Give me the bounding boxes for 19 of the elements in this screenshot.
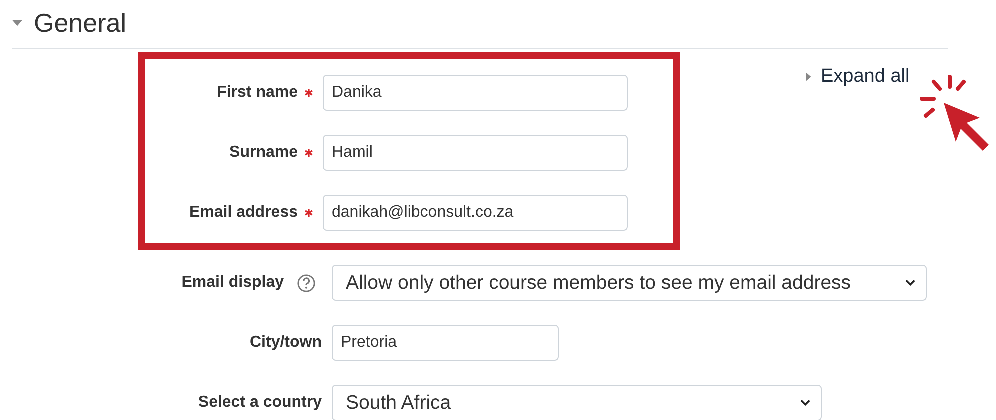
field-label: Email display xyxy=(182,274,284,292)
dropdown[interactable]: South Africa xyxy=(332,385,822,420)
field-label: Select a country xyxy=(198,394,322,412)
text-field[interactable]: Pretoria xyxy=(332,325,559,361)
field-label: Email address xyxy=(190,204,298,222)
text-field[interactable]: Danika xyxy=(323,75,628,111)
field-label: City/town xyxy=(250,334,322,352)
text-field[interactable]: danikah@libconsult.co.za xyxy=(323,195,628,231)
chevron-icon xyxy=(905,279,916,287)
dropdown[interactable]: Allow only other course members to see my email address xyxy=(332,265,927,301)
expand-all-link[interactable]: Expand all xyxy=(806,66,910,88)
collapse-icon[interactable] xyxy=(12,20,23,27)
field-label: First name xyxy=(217,84,298,102)
field-label: Surname xyxy=(230,144,298,162)
help-icon[interactable] xyxy=(297,274,316,292)
text-field[interactable]: Hamil xyxy=(323,135,628,171)
chevron-icon xyxy=(800,399,811,407)
expand-icon xyxy=(806,72,812,82)
section-title: General xyxy=(34,8,126,39)
